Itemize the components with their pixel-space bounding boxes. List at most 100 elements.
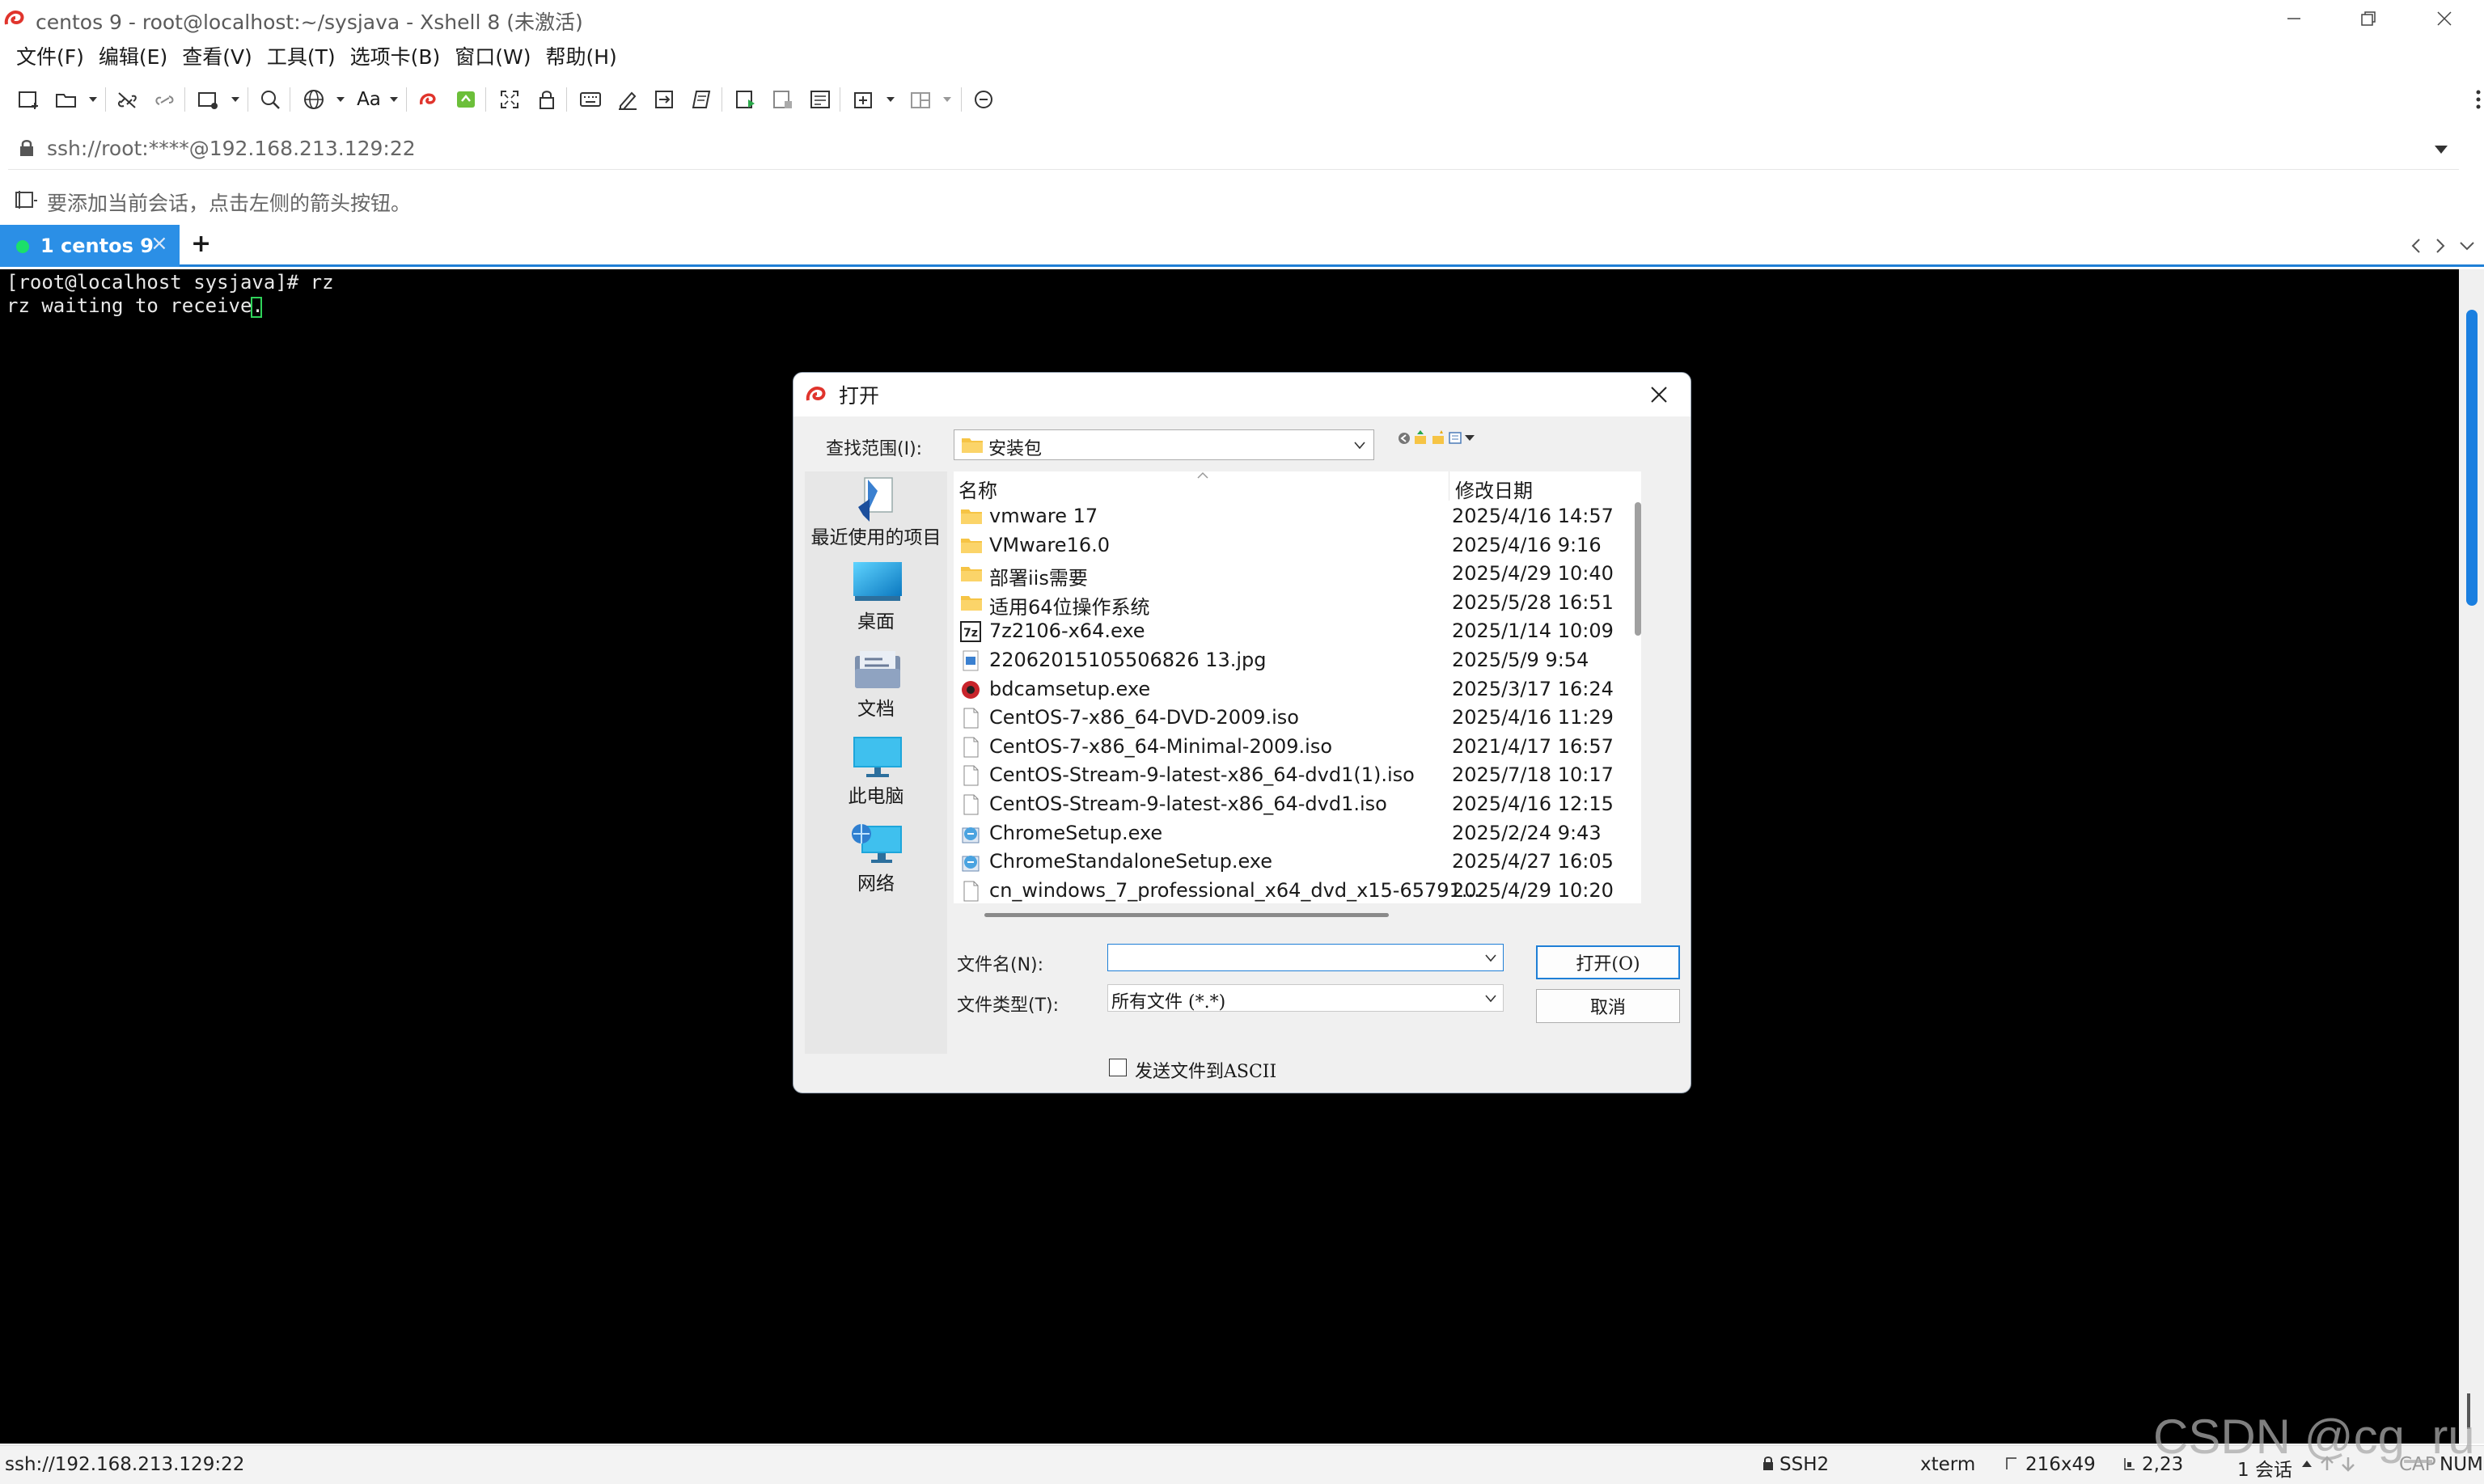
reconnect-icon[interactable] bbox=[112, 81, 144, 118]
terminal-scrollbar[interactable] bbox=[2459, 269, 2484, 1444]
place-recent[interactable]: 最近使用的项目 bbox=[805, 471, 947, 552]
menu-window[interactable]: 窗口(W) bbox=[446, 41, 537, 70]
new-tab-button[interactable]: + bbox=[191, 230, 211, 258]
script-icon[interactable] bbox=[686, 81, 718, 118]
back-icon[interactable] bbox=[1397, 431, 1411, 446]
cancel-button[interactable]: 取消 bbox=[1536, 989, 1680, 1023]
file-row[interactable]: ChromeStandaloneSetup.exe 2025/4/27 16:05 bbox=[954, 848, 1641, 876]
tab-scroll-left-icon[interactable] bbox=[2410, 238, 2422, 254]
filename-combo[interactable] bbox=[1107, 944, 1504, 971]
menu-help[interactable]: 帮助(H) bbox=[538, 41, 624, 70]
new-window-icon[interactable] bbox=[193, 81, 225, 118]
file-row[interactable]: 7z 7z2106-x64.exe 2025/1/14 10:09 bbox=[954, 617, 1641, 645]
log-stop-icon[interactable] bbox=[767, 81, 799, 118]
place-desktop[interactable]: 桌面 bbox=[805, 559, 947, 640]
place-documents[interactable]: 文档 bbox=[805, 646, 947, 727]
font-button[interactable]: Aa bbox=[353, 81, 385, 118]
place-network[interactable]: 网络 bbox=[805, 821, 947, 902]
menu-file[interactable]: 文件(F) bbox=[8, 41, 91, 70]
menu-tools[interactable]: 工具(T) bbox=[259, 41, 342, 70]
file-row[interactable]: CentOS-7-x86_64-DVD-2009.iso 2025/4/16 11… bbox=[954, 704, 1641, 732]
file-row[interactable]: ChromeSetup.exe 2025/2/24 9:43 bbox=[954, 819, 1641, 848]
chat-icon[interactable] bbox=[967, 81, 1000, 118]
file-row[interactable]: CentOS-7-x86_64-Minimal-2009.iso 2021/4/1… bbox=[954, 733, 1641, 761]
tab-centos-9[interactable]: 1 centos 9 × bbox=[0, 225, 180, 267]
place-label: 网络 bbox=[857, 873, 895, 894]
filename-dropdown-icon[interactable] bbox=[1485, 954, 1496, 962]
lock-icon[interactable] bbox=[531, 81, 563, 118]
globe-icon[interactable] bbox=[298, 81, 330, 118]
close-window-button[interactable] bbox=[2407, 0, 2482, 37]
xshell-swirl-icon[interactable] bbox=[413, 81, 445, 118]
dialog-close-button[interactable] bbox=[1627, 373, 1691, 416]
filetype-combo[interactable]: 所有文件 (*.*) bbox=[1107, 984, 1504, 1013]
file-row[interactable]: VMware16.0 2025/4/16 9:16 bbox=[954, 531, 1641, 560]
font-dropdown-icon[interactable] bbox=[387, 81, 401, 118]
tab-bar: 1 centos 9 × + bbox=[0, 225, 2484, 267]
file-row[interactable]: 部署iis需要 2025/4/29 10:40 bbox=[954, 560, 1641, 590]
more-options-icon[interactable] bbox=[2462, 81, 2484, 118]
look-in-dropdown-icon[interactable] bbox=[1354, 442, 1365, 450]
restore-button[interactable] bbox=[2331, 0, 2406, 37]
add-pane-dropdown-icon[interactable] bbox=[883, 81, 898, 118]
file-list-scrollbar-thumb[interactable] bbox=[1635, 502, 1641, 636]
filetype-dropdown-icon[interactable] bbox=[1485, 995, 1496, 1003]
file-list-hscrollbar-thumb[interactable] bbox=[984, 913, 1389, 917]
file-row[interactable]: 适用64位操作系统 2025/5/28 16:51 bbox=[954, 589, 1641, 619]
toolbar: Aa bbox=[0, 81, 2484, 118]
view-menu-icon[interactable] bbox=[1449, 431, 1476, 446]
minimize-button[interactable] bbox=[2257, 0, 2331, 37]
file-name: CentOS-Stream-9-latest-x86_64-dvd1.iso bbox=[989, 793, 1387, 815]
new-folder-icon[interactable] bbox=[1431, 429, 1445, 446]
open-session-dropdown-icon[interactable] bbox=[86, 81, 100, 118]
column-header-name[interactable]: 名称 bbox=[958, 475, 997, 503]
tab-label: 1 centos 9 bbox=[40, 235, 154, 257]
title-bar: centos 9 - root@localhost:~/sysjava - Xs… bbox=[0, 0, 2484, 37]
look-in-combo[interactable]: 安装包 bbox=[954, 429, 1374, 460]
menu-edit[interactable]: 编辑(E) bbox=[91, 41, 174, 70]
keyboard-icon[interactable] bbox=[574, 81, 607, 118]
file-row[interactable]: CentOS-Stream-9-latest-x86_64-dvd1.iso 20… bbox=[954, 790, 1641, 818]
lock-icon bbox=[18, 138, 36, 158]
compose-icon[interactable] bbox=[611, 81, 644, 118]
layout-icon[interactable] bbox=[904, 81, 937, 118]
file-row[interactable]: bdcamsetup.exe 2025/3/17 16:24 bbox=[954, 675, 1641, 704]
new-session-icon[interactable] bbox=[13, 81, 45, 118]
file-row[interactable]: cn_windows_7_professional_x64_dvd_x15-65… bbox=[954, 877, 1641, 905]
open-session-icon[interactable] bbox=[50, 81, 83, 118]
xftp-icon[interactable] bbox=[450, 81, 482, 118]
status-address: ssh://192.168.213.129:22 bbox=[5, 1454, 245, 1475]
disconnect-icon[interactable] bbox=[149, 81, 181, 118]
file-row[interactable]: CentOS-Stream-9-latest-x86_64-dvd1(1).is… bbox=[954, 761, 1641, 789]
place-computer[interactable]: 此电脑 bbox=[805, 734, 947, 814]
tab-close-icon[interactable]: × bbox=[150, 231, 168, 256]
column-header-date[interactable]: 修改日期 bbox=[1455, 475, 1533, 503]
up-folder-icon[interactable] bbox=[1413, 429, 1428, 446]
notes-icon[interactable] bbox=[804, 81, 836, 118]
find-icon[interactable] bbox=[254, 81, 286, 118]
fullscreen-icon[interactable] bbox=[493, 81, 526, 118]
filename-input[interactable] bbox=[1110, 946, 1474, 969]
globe-dropdown-icon[interactable] bbox=[333, 81, 348, 118]
tab-list-dropdown-icon[interactable] bbox=[2459, 241, 2475, 251]
add-session-arrow-icon[interactable] bbox=[13, 188, 39, 212]
terminal-scrollbar-thumb[interactable] bbox=[2466, 310, 2478, 606]
new-window-dropdown-icon[interactable] bbox=[228, 81, 243, 118]
transfer-icon[interactable] bbox=[649, 81, 681, 118]
layout-dropdown-icon[interactable] bbox=[940, 81, 954, 118]
open-button[interactable]: 打开(O) bbox=[1536, 945, 1680, 979]
file-list[interactable]: 名称 修改日期 vmware 17 2025/4/16 14:57 VMware16… bbox=[954, 471, 1641, 903]
menu-tabs[interactable]: 选项卡(B) bbox=[342, 41, 447, 70]
address-bar[interactable]: ssh://root:****@192.168.213.129:22 bbox=[8, 128, 2459, 170]
address-dropdown-icon[interactable] bbox=[2435, 146, 2448, 154]
tab-scroll-right-icon[interactable] bbox=[2435, 238, 2446, 254]
file-name: 7z2106-x64.exe bbox=[989, 619, 1145, 643]
filetype-value: 所有文件 (*.*) bbox=[1111, 992, 1226, 1013]
menu-view[interactable]: 查看(V) bbox=[174, 41, 259, 70]
file-row[interactable]: 22062015105506826 13.jpg 2025/5/9 9:54 bbox=[954, 646, 1641, 674]
open-file-dialog: 打开 查找范围(I): 安装包 最近使用的项目 桌面 文档 此电脑 网络 名称 … bbox=[793, 372, 1691, 1093]
log-start-icon[interactable] bbox=[730, 81, 762, 118]
add-pane-icon[interactable] bbox=[848, 81, 880, 118]
file-row[interactable]: vmware 17 2025/4/16 14:57 bbox=[954, 502, 1641, 531]
send-ascii-checkbox[interactable] bbox=[1109, 1059, 1127, 1076]
